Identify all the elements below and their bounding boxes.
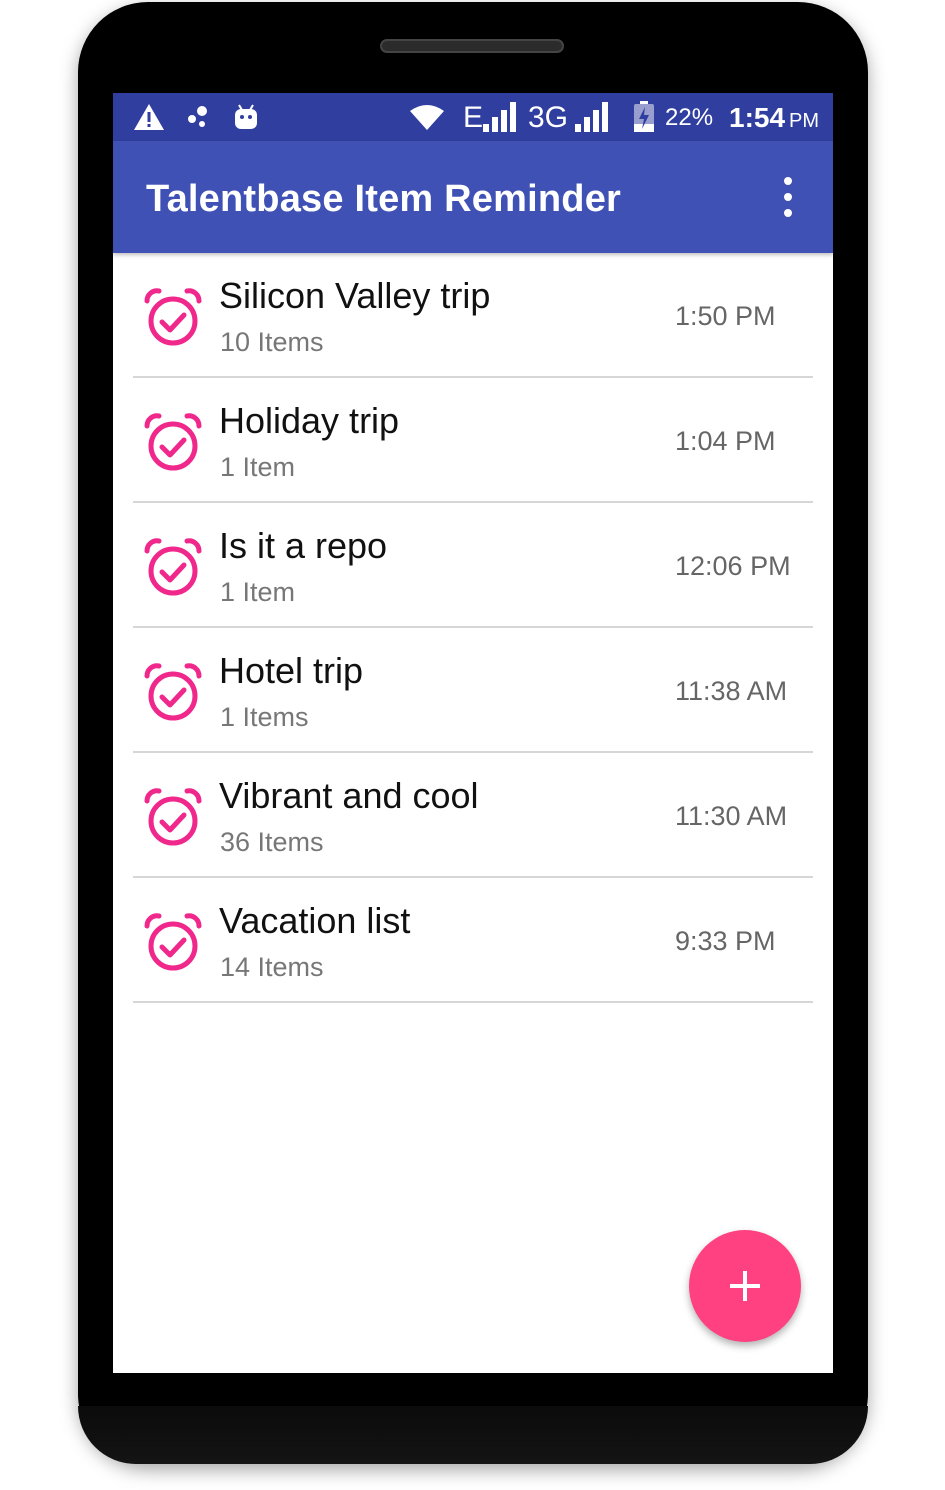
clock-time: 1:54: [729, 102, 786, 133]
cell-signal-icon: [483, 93, 521, 141]
reminder-time: 1:04 PM: [675, 426, 776, 456]
reminder-item-count: 10 Items: [220, 327, 324, 357]
alarm-check-icon: [143, 537, 203, 597]
reminder-time: 9:33 PM: [675, 926, 776, 956]
reminder-time: 12:06 PM: [675, 551, 791, 581]
reminder-row[interactable]: Silicon Valley trip 10 Items 1:50 PM: [133, 253, 813, 378]
phone-speaker: [380, 39, 564, 53]
reminder-time: 1:50 PM: [675, 301, 776, 331]
add-icon: [730, 1271, 760, 1301]
status-bar: E 3G 22% 1:54 PM: [113, 93, 833, 141]
reminder-title: Silicon Valley trip: [219, 275, 491, 316]
reminder-row[interactable]: Vibrant and cool 36 Items 11:30 AM: [133, 753, 813, 878]
alarm-check-icon: [143, 287, 203, 347]
bubble-icon: [185, 93, 211, 141]
signal-type-e: E: [463, 101, 484, 134]
reminder-item-count: 1 Items: [220, 702, 309, 732]
app-title: Talentbase Item Reminder: [146, 178, 622, 220]
android-icon: [233, 93, 259, 141]
reminder-title: Holiday trip: [219, 400, 400, 441]
add-reminder-button[interactable]: [689, 1230, 801, 1342]
battery-charging-icon: [633, 93, 655, 141]
reminder-title: Is it a repo: [219, 525, 388, 566]
app-bar: Talentbase Item Reminder: [113, 141, 833, 253]
reminder-row[interactable]: Is it a repo 1 Item 12:06 PM: [133, 503, 813, 628]
overflow-menu-icon[interactable]: [773, 177, 803, 217]
alarm-check-icon: [143, 787, 203, 847]
reminder-item-count: 36 Items: [220, 827, 324, 857]
reminder-row[interactable]: Vacation list 14 Items 9:33 PM: [133, 878, 813, 1003]
reminder-time: 11:30 AM: [675, 801, 788, 831]
cell-signal-icon-2: [575, 93, 613, 141]
alert-icon: [133, 93, 165, 141]
clock-ampm: PM: [789, 110, 819, 132]
reminder-item-count: 1 Item: [220, 577, 296, 607]
reminder-title: Vacation list: [219, 900, 411, 941]
reminder-title: Hotel trip: [219, 650, 364, 691]
reminder-item-count: 1 Item: [220, 452, 296, 482]
reminder-item-count: 14 Items: [220, 952, 324, 982]
alarm-check-icon: [143, 912, 203, 972]
reminder-list: Silicon Valley trip 10 Items 1:50 PM Holida…: [113, 253, 833, 1003]
reminder-row[interactable]: Hotel trip 1 Items 11:38 AM: [133, 628, 813, 753]
battery-percent: 22%: [665, 104, 714, 131]
reminder-row[interactable]: Holiday trip 1 Item 1:04 PM: [133, 378, 813, 503]
signal-type-3g: 3G: [528, 101, 569, 134]
reminder-title: Vibrant and cool: [219, 775, 479, 816]
alarm-check-icon: [143, 412, 203, 472]
alarm-check-icon: [143, 662, 203, 722]
reminder-time: 11:38 AM: [675, 676, 788, 706]
phone-chin: [78, 1406, 868, 1464]
wifi-icon: [409, 93, 445, 141]
phone-screen: E 3G 22% 1:54 PM Talentbase Item Reminde…: [113, 93, 833, 1373]
